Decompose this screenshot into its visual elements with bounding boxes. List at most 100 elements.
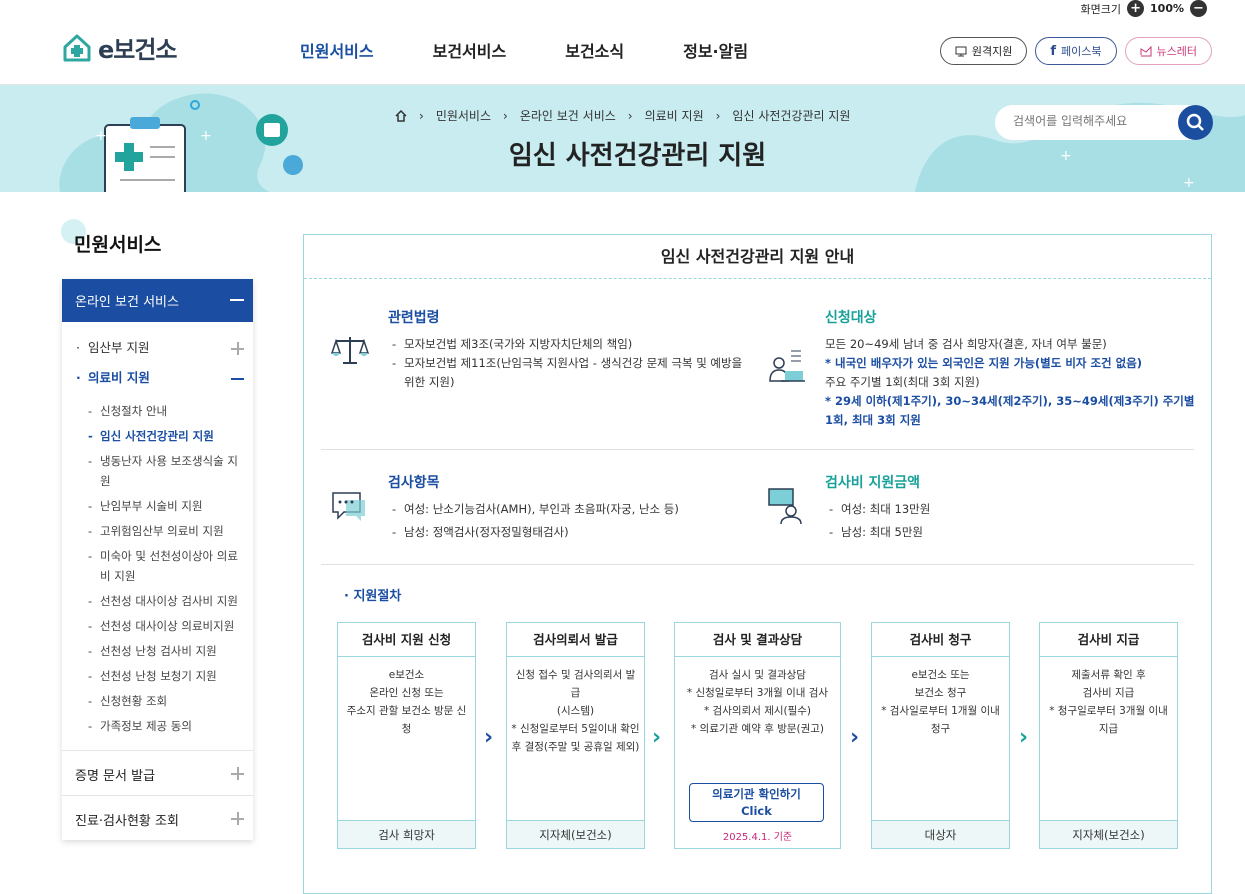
lnb-subitem[interactable]: - 선천성 난청 보청기 지원 [62, 666, 253, 686]
lnb-item-label: 임산부 지원 [88, 340, 150, 355]
lnb-subitem[interactable]: - 냉동난자 사용 보조생식술 지원 [62, 451, 253, 491]
lnb-subitem[interactable]: - 선천성 대사이상 검사비 지원 [62, 591, 253, 611]
lnb-subitem-label: 가족정보 제공 동의 [100, 719, 192, 733]
chevron-right-icon: › [1019, 725, 1029, 750]
zoom-in-button[interactable]: + [1127, 0, 1145, 17]
step-body-line: 지급 [1098, 723, 1119, 735]
breadcrumb-sep: › [503, 108, 508, 123]
chevron-right-icon: › [484, 725, 494, 750]
amount-item-text: 여성: 최대 13만원 [841, 502, 931, 516]
facebook-label: 페이스북 [1061, 45, 1102, 58]
lnb-subitem-active[interactable]: - 임신 사전건강관리 지원 [62, 426, 253, 446]
law-section: 관련법령 - 모자보건법 제3조(국가와 지방자치단체의 책임) - 모자보건법 제… [388, 307, 748, 392]
nav-civil-service[interactable]: 민원서비스 [300, 38, 374, 62]
logo-text: e보건소 [98, 36, 178, 64]
lnb-item-label: 의료비 지원 [88, 370, 150, 385]
breadcrumb-sep: › [715, 108, 721, 123]
procedure-step: 검사의뢰서 발급 신청 접수 및 검사의뢰서 발급 (시스템) * 신청일로부터… [506, 622, 645, 849]
step-body-line: e보건소 [388, 669, 425, 681]
target-note: * 내국인 배우자가 있는 외국인은 지원 가능(별도 비자 조건 없음) [825, 356, 1143, 370]
breadcrumb-item[interactable]: 의료비 지원 [645, 107, 704, 124]
amount-heading: 검사비 지원금액 [825, 475, 921, 491]
collapse-icon[interactable] [231, 378, 244, 380]
facebook-button[interactable]: f 페이스북 [1035, 37, 1117, 65]
collapse-icon[interactable] [230, 299, 244, 301]
content-panel: 임신 사전건강관리 지원 안내 관련법령 - 모자보건법 제3조(국가와 지방자치… [303, 234, 1212, 894]
logo-house-icon [63, 34, 91, 61]
lnb-item-medical-support[interactable]: · 의료비 지원 [62, 363, 253, 393]
zoom-label: 화면크기 [1080, 2, 1122, 16]
step-body-line: * 검사일로부터 1개월 이내 [881, 705, 1000, 717]
nav-health-news[interactable]: 보건소식 [565, 38, 624, 62]
lnb-item-pregnant-support[interactable]: · 임산부 지원 [62, 333, 253, 363]
lnb-subitem[interactable]: - 선천성 난청 검사비 지원 [62, 641, 253, 661]
lnb-subitem-label: 고위험임산부 의료비 지원 [100, 524, 224, 538]
scale-icon [330, 337, 370, 364]
remote-support-button[interactable]: 원격지원 [939, 37, 1028, 65]
step-footer: 지자체(보건소) [1040, 820, 1177, 848]
side-nav: 온라인 보건 서비스 · 임산부 지원 · 의료비 지원 - 신청절차 안내 - 임신 … [62, 279, 253, 840]
lnb-subitem[interactable]: - 신청현황 조회 [62, 691, 253, 711]
step-body-line: 검사 실시 및 결과상담 [709, 669, 806, 681]
lnb-item-certificate[interactable]: 증명 문서 발급 [62, 750, 253, 795]
step-footer: 검사 희망자 [338, 820, 475, 848]
nav-info-notice[interactable]: 정보·알림 [683, 38, 748, 62]
home-icon[interactable] [395, 109, 407, 122]
lnb-subitem-label: 선천성 난청 보청기 지원 [100, 669, 217, 683]
lnb-subitem-label: 신청절차 안내 [100, 404, 168, 418]
tests-item: - 여성: 난소기능검사(AMH), 부인과 초음파(자궁, 난소 등) [392, 502, 679, 516]
law-item-text: 모자보건법 제3조(국가와 지방자치단체의 책임) [404, 337, 633, 351]
lnb-item-label: 진료·검사현황 조회 [75, 814, 179, 829]
lnb-subitem[interactable]: - 미숙아 및 선천성이상아 의료비 지원 [62, 546, 253, 586]
lnb-section-label: 온라인 보건 서비스 [75, 295, 179, 310]
lnb-subitem[interactable]: - 선천성 대사이상 의료비지원 [62, 616, 253, 636]
search-button[interactable] [1178, 105, 1213, 140]
find-hospital-click: Click [741, 804, 772, 818]
divider [321, 564, 1194, 565]
search-icon [1186, 113, 1204, 131]
send-icon [1140, 45, 1152, 56]
breadcrumb-item[interactable]: 민원서비스 [436, 107, 491, 124]
lnb-item-label: 증명 문서 발급 [75, 769, 156, 784]
step-title: 검사비 지급 [1040, 623, 1177, 657]
logo[interactable]: e보건소 [62, 30, 178, 65]
lnb-subitem[interactable]: - 신청절차 안내 [62, 401, 253, 421]
chat-bubble-icon [332, 492, 365, 521]
lnb-subitem[interactable]: - 난임부부 시술비 지원 [62, 496, 253, 516]
step-body: 검사 실시 및 결과상담 * 신청일로부터 3개월 이내 검사 * 검사의뢰서 … [675, 657, 840, 747]
header: e보건소 민원서비스 보건서비스 보건소식 정보·알림 원격지원 f 페이스북 … [0, 20, 1245, 85]
lnb-section-online-health[interactable]: 온라인 보건 서비스 [62, 279, 253, 322]
zoom-value: 100% [1150, 2, 1184, 15]
page-title: 임신 사전건강관리 지원 [508, 141, 767, 171]
lnb-item-exam-status[interactable]: 진료·검사현황 조회 [62, 795, 253, 840]
main-nav: 민원서비스 보건서비스 보건소식 정보·알림 [300, 38, 807, 62]
lnb-subitem-label: 난임부부 시술비 지원 [100, 499, 203, 513]
zoom-out-button[interactable]: − [1190, 0, 1207, 17]
lnb-subitem[interactable]: - 고위험임산부 의료비 지원 [62, 521, 253, 541]
search-box [995, 105, 1213, 140]
step-body-line: 후 결정(주말 및 공휴일 제외) [511, 741, 640, 753]
search-input[interactable] [1013, 114, 1163, 128]
expand-icon[interactable] [231, 767, 244, 780]
tests-item-text: 여성: 난소기능검사(AMH), 부인과 초음파(자궁, 난소 등) [404, 502, 679, 516]
step-body-line: e보건소 또는 [911, 669, 970, 681]
breadcrumb-item[interactable]: 온라인 보건 서비스 [520, 107, 616, 124]
nav-health-service[interactable]: 보건서비스 [433, 38, 507, 62]
target-heading: 신청대상 [825, 310, 877, 326]
lnb-subitem[interactable]: - 가족정보 제공 동의 [62, 716, 253, 736]
step-title: 검사의뢰서 발급 [507, 623, 644, 657]
step-body-line: 보건소 청구 [914, 687, 967, 699]
lnb-subitem-label: 선천성 난청 검사비 지원 [100, 644, 217, 658]
find-hospital-button[interactable]: 의료기관 확인하기 Click [689, 783, 824, 822]
reference-date: 2025.4.1. 기준 [722, 832, 793, 843]
expand-icon[interactable] [231, 812, 244, 825]
expand-icon[interactable] [231, 342, 244, 355]
amount-item-text: 남성: 최대 5만원 [841, 525, 923, 539]
content-title: 임신 사전건강관리 지원 안내 [304, 235, 1211, 279]
newsletter-button[interactable]: 뉴스레터 [1124, 37, 1212, 65]
target-text: 모든 20~49세 남녀 중 검사 희망자(결혼, 자녀 여부 불문) [825, 337, 1107, 351]
amount-item: - 여성: 최대 13만원 [829, 502, 931, 516]
breadcrumb-item[interactable]: 임신 사전건강관리 지원 [732, 107, 850, 124]
facebook-icon: f [1050, 43, 1057, 59]
lnb-subitem-label: 선천성 대사이상 의료비지원 [100, 619, 235, 633]
